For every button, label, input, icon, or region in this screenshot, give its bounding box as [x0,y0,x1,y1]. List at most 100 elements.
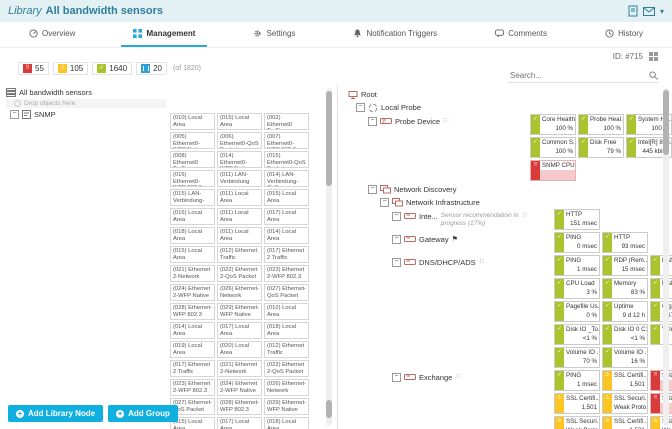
interface-cell[interactable]: (016) Local Area [170,208,215,225]
tree-node-infra-device[interactable]: − Inte... Sensor recommendation in progr… [342,209,554,230]
sensor-box[interactable]: ✓ Uptime 9 d 12 h [602,301,648,322]
sensor-box[interactable]: ✓ Pagefile Us...0 % [554,301,600,322]
interface-cell[interactable]: (026) Ethernet-Network [217,284,262,301]
interface-cell[interactable]: (028) Ethernet-WFP 802.3 [170,303,215,320]
tab-comments[interactable]: Comments [483,22,559,47]
sensor-box[interactable]: ✓ Disk IO _To...<1 % [554,324,600,345]
interface-cell[interactable]: (021) Ethernet 2-Network [170,265,215,282]
collapse-icon[interactable]: − [368,117,377,126]
interface-cell[interactable]: (016) Ethernet0-WFP 802.3 [170,170,215,187]
collapse-icon[interactable]: − [368,185,377,194]
interface-cell[interactable]: (011) Local Area [217,208,262,225]
interface-cell[interactable]: (015) Ethernet0-QoS Packet [264,151,309,168]
sensor-box[interactable]: ✓ PING 0 msec [554,232,600,253]
interface-cell[interactable]: (022) Ethernet 2-QoS Packet [217,265,262,282]
sensor-box[interactable]: ✓ Volume IO ...70 % [554,347,600,368]
tree-node-network-discovery[interactable]: − Network Discovery [342,183,660,196]
interface-cell[interactable]: (029) Ethernet-WFP Native [217,303,262,320]
sensor-box[interactable]: ✓ HTTP 93 msec [602,232,648,253]
interface-cell[interactable]: (017) Ethernet 2 Traffic [170,360,215,377]
tree-node-root[interactable]: Root [342,88,660,101]
interface-cell[interactable]: (011) Local Area [217,227,262,244]
interface-cell[interactable]: (011) LAN-Verbindung [217,170,262,187]
collapse-icon[interactable]: − [392,235,401,244]
interface-cell[interactable]: (015) Local Area [217,113,262,130]
interface-cell[interactable]: (020) Local Area [217,341,262,358]
interface-cell[interactable]: (021) Ethernet 2-Network [217,360,262,377]
interface-cell[interactable]: (015) Local Area [264,189,309,206]
collapse-icon[interactable]: − [10,110,19,119]
chevron-down-icon[interactable]: ▾ [660,7,664,16]
tree-node-exchange[interactable]: − Exchange ⚐ [342,370,554,429]
tree-node-dns[interactable]: − DNS/DHCP/ADS ⚐ [342,255,554,368]
sensor-box[interactable]: ✓ Disk IO 0 C: <1 % [602,324,648,345]
right-scrollbar[interactable] [663,88,669,426]
sensor-box[interactable]: ✓ Memory 83 % [602,278,648,299]
interface-cell[interactable]: (026) Ethernet-Network [264,379,309,396]
search-box[interactable] [508,68,658,83]
interface-cell[interactable]: (024) Ethernet 2-WFP Native [217,379,262,396]
interface-cell[interactable]: (014) Local Area [170,322,215,339]
tab-history[interactable]: History [593,22,655,47]
collapse-icon[interactable]: − [380,198,389,207]
interface-cell[interactable]: (029) Ethernet-WFP Native [264,398,309,415]
interface-cell[interactable]: (022) Ethernet 2-QoS Packet [264,360,309,377]
sensor-box[interactable]: ⚠ SSL Securi...Weak Proto... [602,393,648,414]
status-chip-paused[interactable]: 20 [136,62,167,75]
interface-cell[interactable]: (018) Local Area [264,417,309,429]
interface-cell[interactable]: (014) Ethernet0-WFP Native [217,151,262,168]
status-chip-ok[interactable]: ✓ 1640 [92,62,133,75]
collapse-icon[interactable]: − [356,103,365,112]
sensor-box[interactable]: ✓ Probe Heal... 100 % [578,114,624,135]
status-chip-warning[interactable]: ⚠ 105 [52,62,89,75]
tree-node-network-infrastructure[interactable]: − Network Infrastructure [342,196,660,209]
interface-cell[interactable]: (008) Ethernet0 Traffic [170,151,215,168]
interface-cell[interactable]: (012) Ethernet Traffic [264,341,309,358]
interface-cell[interactable]: (005) Ethernet0-WFP Native [170,132,215,149]
interface-cell[interactable]: (007) Ethernet0-WFP 802.3 [264,132,309,149]
drop-target[interactable]: Drop objects here [6,99,166,108]
interface-cell[interactable]: (015) Local Area [170,246,215,263]
interface-cell[interactable]: (014) Local Area [264,227,309,244]
email-icon[interactable] [642,6,655,16]
interface-cell[interactable]: (023) Ethernet 2-WFP 802.3 [264,265,309,282]
interface-cell[interactable]: (027) Ethernet-QoS Packet [264,284,309,301]
interface-cell[interactable]: (015) LAN-Verbindung- [170,189,215,206]
sensor-box[interactable]: ⚠ SSL Certifi...1,501 [602,370,648,391]
sensor-box[interactable]: ✓ PING 1 msec [554,370,600,391]
interface-cell[interactable]: (023) Ethernet 2-WFP 802.3 [170,379,215,396]
sensor-box[interactable]: ✓ CPU Load 3 % [554,278,600,299]
sensor-box[interactable]: ‼ SNMP CPU... [530,160,576,181]
tree-node-local-probe[interactable]: − Local Probe [342,101,660,114]
interface-cell[interactable]: (024) Ethernet 2-WFP Native [170,284,215,301]
interface-cell[interactable]: (028) Ethernet-WFP 802.3 [217,398,262,415]
sensor-box[interactable]: ✓ Disk Free 79 % [578,137,624,158]
sensor-box[interactable]: ✓ Core Health 100 % [530,114,576,135]
interface-cell[interactable]: (011) Local Area [217,189,262,206]
sensor-box[interactable]: ✓ PING 1 msec [554,255,600,276]
library-root-node[interactable]: All bandwidth sensors [6,87,166,98]
sensor-box[interactable]: ✓ Common S... 100 % [530,137,576,158]
add-group-button[interactable]: + Add Group [108,405,178,422]
tab-settings[interactable]: Settings [241,22,307,47]
left-scrollbar[interactable] [326,88,332,426]
sensor-box[interactable]: ⚠ SSL Securi...Weak Proto... [554,416,600,429]
interface-cell[interactable]: (017) Local Area [264,208,309,225]
interface-cell[interactable]: (017) Local Area [217,417,262,429]
right-scroll-thumb[interactable] [663,90,669,155]
interface-cell[interactable]: (014) LAN-Verbindung-QoS [264,170,309,187]
tree-node-gateway[interactable]: − Gateway ⚑ [342,232,554,253]
search-input[interactable] [508,69,649,81]
interface-cell[interactable]: (006) Ethernet0-QoS Packet [217,132,262,149]
tab-overview[interactable]: Overview [17,22,87,47]
interface-cell[interactable]: (018) Local Area [170,227,215,244]
search-icon[interactable] [649,70,658,80]
library-node-snmp[interactable]: − SNMP [6,109,166,120]
report-icon[interactable] [628,5,638,17]
add-library-node-button[interactable]: + Add Library Node [8,405,104,422]
collapse-icon[interactable]: − [392,373,401,382]
left-scroll-thumb[interactable] [326,91,332,186]
status-chip-error[interactable]: ‼ 55 [18,62,49,75]
interface-cell[interactable]: (019) Local Area [170,341,215,358]
sensor-box[interactable]: ✓ HTTP 151 msec [554,209,600,230]
